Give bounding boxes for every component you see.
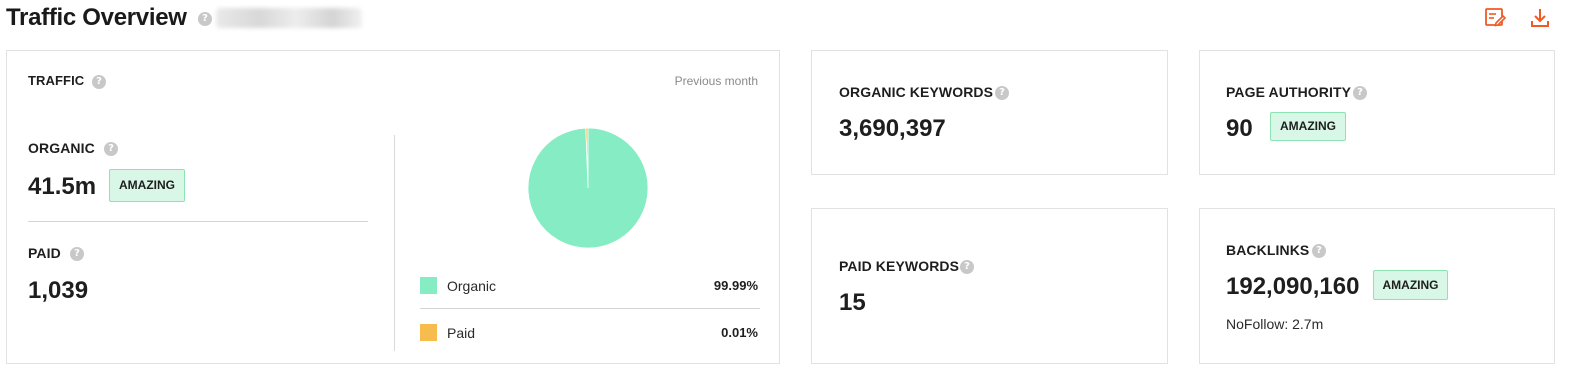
legend-percent-paid: 0.01% — [721, 325, 758, 340]
backlinks-value: 192,090,160 — [1226, 273, 1360, 300]
legend-label-paid: Paid — [447, 325, 476, 341]
question-icon[interactable]: ? — [960, 260, 974, 274]
paid-keywords-card: PAID KEYWORDS ? 15 — [811, 208, 1168, 364]
legend-label-organic: Organic — [447, 278, 497, 294]
nofollow-text: NoFollow: 2.7m — [1226, 316, 1324, 332]
vertical-divider — [394, 135, 395, 351]
status-badge: AMAZING — [1270, 112, 1346, 141]
status-badge: AMAZING — [109, 169, 185, 202]
legend-swatch-organic — [420, 277, 437, 294]
paid-value: 1,039 — [28, 277, 89, 304]
organic-label: ORGANIC — [28, 140, 95, 156]
organic-value: 41.5m — [28, 173, 97, 200]
question-icon[interactable]: ? — [198, 12, 212, 26]
paid-keywords-value: 15 — [839, 289, 866, 316]
traffic-card: TRAFFIC ? Previous month ORGANIC ? 41.5m… — [6, 50, 780, 364]
traffic-pie-chart — [527, 127, 649, 249]
divider — [28, 221, 368, 222]
pie-slice-organic[interactable] — [527, 127, 649, 249]
question-icon[interactable]: ? — [1312, 244, 1326, 258]
question-icon[interactable]: ? — [92, 75, 106, 89]
traffic-label: TRAFFIC — [28, 73, 85, 88]
page-authority-label: PAGE AUTHORITY — [1226, 84, 1352, 100]
period-label: Previous month — [674, 74, 758, 88]
status-badge: AMAZING — [1373, 270, 1448, 300]
page-title: Traffic Overview — [6, 4, 187, 31]
question-icon[interactable]: ? — [995, 86, 1009, 100]
edit-note-icon[interactable] — [1483, 6, 1507, 30]
page-authority-card: PAGE AUTHORITY ? 90 AMAZING — [1199, 50, 1555, 175]
backlinks-card: BACKLINKS ? 192,090,160 AMAZING NoFollow… — [1199, 208, 1555, 364]
paid-label: PAID — [28, 245, 61, 261]
legend-swatch-paid — [420, 324, 437, 341]
download-icon[interactable] — [1528, 6, 1552, 30]
organic-keywords-value: 3,690,397 — [839, 115, 946, 142]
paid-keywords-label: PAID KEYWORDS — [839, 258, 960, 274]
blurred-domain — [216, 8, 362, 28]
divider — [420, 308, 760, 309]
organic-keywords-label: ORGANIC KEYWORDS — [839, 84, 994, 100]
organic-keywords-card: ORGANIC KEYWORDS ? 3,690,397 — [811, 50, 1168, 175]
page-authority-value: 90 — [1226, 115, 1253, 142]
question-icon[interactable]: ? — [104, 142, 118, 156]
backlinks-label: BACKLINKS — [1226, 242, 1310, 258]
question-icon[interactable]: ? — [70, 247, 84, 261]
question-icon[interactable]: ? — [1353, 86, 1367, 100]
legend-percent-organic: 99.99% — [713, 278, 758, 293]
